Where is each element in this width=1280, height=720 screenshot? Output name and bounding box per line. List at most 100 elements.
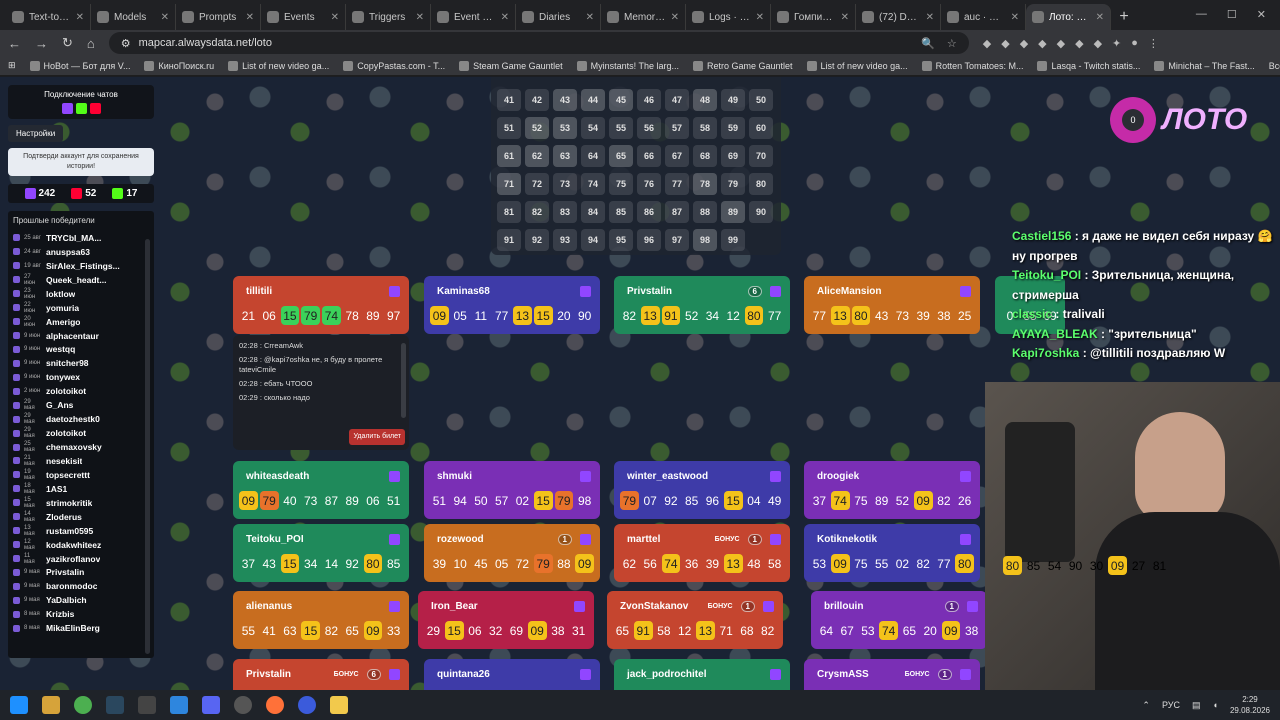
board-number: 83	[553, 201, 577, 223]
browser-tab[interactable]: Text-to-Sp ✕	[6, 4, 91, 30]
bookmark-item[interactable]: Lasqa - Twitch statis...	[1037, 60, 1140, 71]
tab-close-icon[interactable]: ✕	[76, 12, 84, 23]
chat-scrollbar[interactable]	[401, 343, 406, 418]
firefox-icon[interactable]	[266, 696, 284, 714]
bookmark-star-icon[interactable]: ☆	[947, 37, 957, 50]
browser-tab[interactable]: Memories ✕	[601, 4, 686, 30]
reload-icon[interactable]: ↻	[62, 35, 73, 51]
tray-overflow-icon[interactable]: ⌃	[1142, 700, 1150, 711]
tab-close-icon[interactable]: ✕	[586, 12, 594, 23]
browser-tab[interactable]: Гомпикор ✕	[771, 4, 856, 30]
browser-tab[interactable]: (72) DLSS ✕	[856, 4, 941, 30]
start-icon[interactable]	[10, 696, 28, 714]
back-icon[interactable]: ←	[8, 36, 21, 51]
tab-close-icon[interactable]: ✕	[246, 12, 254, 23]
bookmark-item[interactable]: HoBot — Бот для V...	[29, 60, 130, 71]
discord-icon[interactable]	[202, 696, 220, 714]
tab-close-icon[interactable]: ✕	[331, 12, 339, 23]
kick-connect-icon[interactable]	[75, 103, 87, 114]
confirm-account-banner[interactable]: Подтверди аккаунт для сохранения истории…	[8, 148, 154, 176]
winner-name: Privstalin	[46, 567, 85, 578]
app-icon[interactable]	[170, 696, 188, 714]
tab-close-icon[interactable]: ✕	[416, 12, 424, 23]
bookmark-item[interactable]: List of new video ga...	[806, 60, 908, 71]
extension-icon[interactable]: ◆	[1057, 37, 1065, 50]
forward-icon[interactable]: →	[35, 36, 48, 51]
bookmark-item[interactable]: Retro Game Gauntlet	[693, 60, 793, 71]
apps-icon[interactable]: ⊞	[8, 60, 16, 71]
chat-username: Teitoku_POI	[1012, 268, 1082, 282]
tab-close-icon[interactable]: ✕	[1096, 12, 1104, 23]
minimize-icon[interactable]: —	[1196, 8, 1207, 21]
tab-close-icon[interactable]: ✕	[926, 12, 934, 23]
chat-line: 02:29 : сколько надо	[239, 393, 310, 402]
url-text[interactable]: mapcar.alwaysdata.net/loto	[139, 37, 272, 49]
bookmark-item[interactable]: Minichat – The Fast...	[1154, 60, 1255, 71]
profile-avatar[interactable]: ●	[1131, 37, 1138, 50]
maximize-icon[interactable]: ☐	[1227, 8, 1237, 21]
zoom-icon[interactable]: 🔍	[921, 37, 935, 50]
menu-icon[interactable]: ⋮	[1148, 37, 1159, 50]
bookmark-item[interactable]: List of new video ga...	[228, 60, 329, 71]
board-number: 95	[609, 229, 633, 251]
home-icon[interactable]: ⌂	[87, 36, 95, 51]
obs-icon[interactable]	[234, 696, 252, 714]
file-explorer-icon[interactable]	[42, 696, 60, 714]
bookmark-item[interactable]: Rotten Tomatoes: M...	[921, 60, 1023, 71]
bookmark-item[interactable]: Myinstants! The larg...	[576, 60, 679, 71]
chrome-icon[interactable]	[74, 696, 92, 714]
bookmark-item[interactable]: CopyPastas.com - T...	[343, 60, 445, 71]
all-bookmarks-button[interactable]: Все закладки	[1269, 61, 1280, 71]
extension-icon[interactable]: ◆	[983, 37, 991, 50]
delete-ticket-button[interactable]: Удалить билет	[349, 429, 405, 445]
new-tab-button[interactable]: +	[1111, 8, 1137, 26]
tab-close-icon[interactable]: ✕	[1011, 12, 1019, 23]
app-icon[interactable]	[330, 696, 348, 714]
extension-icon[interactable]: ◆	[1020, 37, 1028, 50]
chat-text: : "зрительница"	[1097, 326, 1197, 341]
extension-icon[interactable]: ◆	[1075, 37, 1083, 50]
terminal-icon[interactable]	[138, 696, 156, 714]
settings-button[interactable]: Настройки	[8, 125, 64, 142]
youtube-connect-icon[interactable]	[89, 103, 101, 114]
tab-close-icon[interactable]: ✕	[671, 12, 679, 23]
platform-icon	[13, 387, 20, 395]
browser-tab[interactable]: Лото: 311 ✕	[1026, 4, 1111, 30]
browser-tab[interactable]: Prompts ✕	[176, 4, 261, 30]
browser-tab[interactable]: Events ✕	[261, 4, 346, 30]
tab-close-icon[interactable]: ✕	[501, 12, 509, 23]
winner-row: 25 авг TRYCbI_MA...	[13, 231, 149, 245]
tab-title: Event Mon	[454, 11, 496, 23]
close-icon[interactable]: ✕	[1257, 8, 1266, 21]
twitch-connect-icon[interactable]	[61, 103, 73, 114]
ticket-number: 02	[895, 556, 910, 571]
clock[interactable]: 2:29 29.08.2026	[1230, 694, 1270, 716]
network-icon[interactable]: ▤	[1192, 700, 1201, 711]
bookmark-item[interactable]: Steam Game Gauntlet	[459, 60, 563, 71]
tab-close-icon[interactable]: ✕	[161, 12, 169, 23]
browser-tab[interactable]: Logs · Sky ✕	[686, 4, 771, 30]
window-controls[interactable]: — ☐ ✕	[1182, 0, 1280, 29]
platform-icon	[13, 304, 20, 312]
sidebar: Подключение чатов Настройки Подтверди ак…	[8, 85, 154, 690]
browser-tab[interactable]: Event Mon ✕	[431, 4, 516, 30]
browser-tab[interactable]: auc · фин ✕	[941, 4, 1026, 30]
browser-tab[interactable]: Diaries ✕	[516, 4, 601, 30]
volume-icon[interactable]: ◖	[1213, 700, 1218, 710]
winners-scrollbar[interactable]	[145, 239, 150, 654]
media-player-icon[interactable]	[298, 696, 316, 714]
extension-icon[interactable]: ◆	[1038, 37, 1046, 50]
extension-icon[interactable]: ◆	[1001, 37, 1009, 50]
url-field[interactable]: ⚙ mapcar.alwaysdata.net/loto 🔍 ☆	[108, 32, 969, 54]
site-info-icon[interactable]: ⚙	[121, 37, 131, 50]
tab-close-icon[interactable]: ✕	[756, 12, 764, 23]
platform-icon	[389, 668, 400, 680]
browser-tab[interactable]: Models ✕	[91, 4, 176, 30]
extensions-puzzle-icon[interactable]: ✦	[1112, 37, 1121, 50]
browser-tab[interactable]: Triggers ✕	[346, 4, 431, 30]
bookmark-item[interactable]: КиноПоиск.ru	[144, 60, 214, 71]
language-indicator[interactable]: РУС	[1162, 700, 1180, 710]
tab-close-icon[interactable]: ✕	[841, 12, 849, 23]
steam-icon[interactable]	[106, 696, 124, 714]
extension-icon[interactable]: ◆	[1094, 37, 1102, 50]
